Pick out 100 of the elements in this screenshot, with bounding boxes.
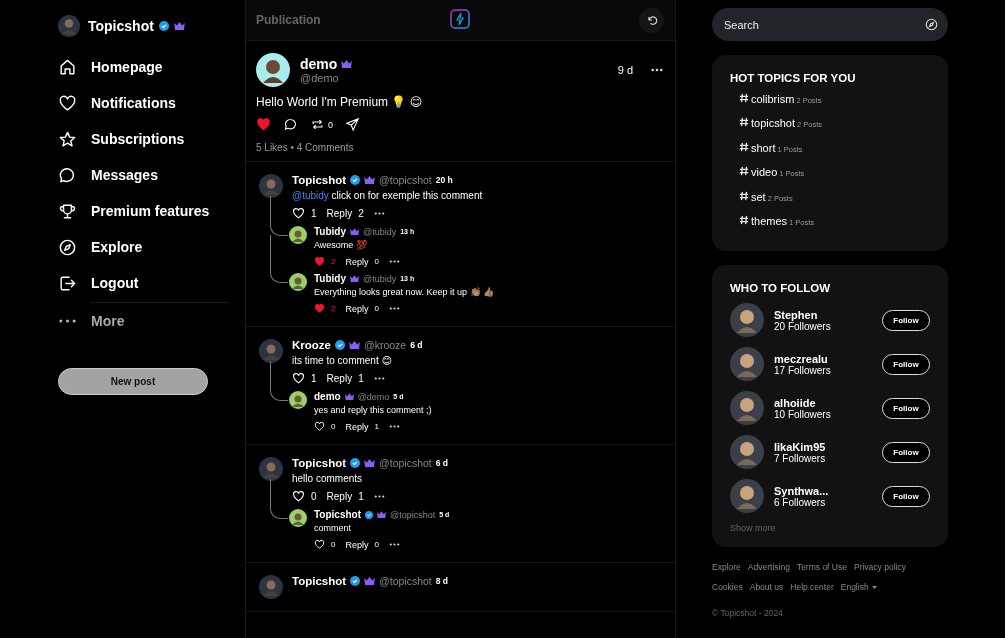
reply-count: 2 [358,208,364,219]
footer-link[interactable]: Cookies [712,582,743,593]
comment-author[interactable]: Topicshot [292,174,347,186]
comment-text: its time to comment 😊 [292,355,393,366]
comment-author[interactable]: Tubidy [314,226,347,237]
follow-button[interactable]: Follow [882,353,930,375]
comment-handle: @topicshot [379,174,432,186]
star-icon [58,129,77,149]
avatar-icon[interactable] [730,347,764,382]
follow-button[interactable]: Follow [882,309,930,331]
more-icon[interactable] [388,543,400,546]
reply-link[interactable]: Reply [345,256,369,267]
footer-link[interactable]: Help center [790,582,834,593]
repost-icon[interactable] [310,117,325,132]
reply-count: 1 [374,422,379,431]
user-name[interactable]: likaKim95 [774,440,826,453]
more-link[interactable]: More [58,303,245,339]
new-post-button[interactable]: New post [58,368,208,395]
follow-button[interactable]: Follow [882,485,930,507]
comment-handle: @topicshot [390,509,436,520]
back-button[interactable] [639,7,664,33]
follower-count: 10 Followers [774,408,831,420]
user-name[interactable]: Stephen [774,308,831,321]
reply-link[interactable]: Reply [345,421,369,432]
avatar-icon[interactable] [289,226,307,244]
nav-link[interactable]: Explore [58,229,245,265]
user-name[interactable]: alhoiide [774,396,831,409]
nav-link[interactable]: Notifications [58,85,245,121]
avatar-icon[interactable] [289,391,307,409]
reply-link[interactable]: Reply [326,491,353,502]
follow-button[interactable]: Follow [882,441,930,463]
footer-link[interactable]: Advertising [747,562,790,573]
footer-link[interactable]: Privacy policy [853,562,906,573]
footer-link[interactable]: About us [749,582,784,593]
comment-handle: @topicshot [379,575,432,587]
more-icon[interactable] [373,212,385,215]
nav-link[interactable]: Subscriptions [58,121,245,157]
profile-name[interactable]: Topicshot [88,18,154,34]
lightning-logo-icon[interactable] [450,9,470,29]
mention-link[interactable]: @tubidy [292,190,329,201]
comment-author[interactable]: Topicshot [314,509,362,520]
follower-count: 6 Followers [774,496,826,508]
nav-link[interactable]: Homepage [58,49,245,85]
comment-author[interactable]: Topicshot [292,457,347,469]
more-icon[interactable] [388,307,400,310]
comment-time: 8 d [435,576,449,586]
topic-link[interactable]: themes [751,214,788,227]
comment-author[interactable]: Topicshot [292,575,347,587]
avatar-icon[interactable] [730,303,764,338]
user-name[interactable]: meczrealu [774,352,831,365]
footer-link[interactable]: Explore [712,562,741,573]
like-count: 2 [331,304,336,313]
nav-link[interactable]: Premium features [58,193,245,229]
comment-author[interactable]: Tubidy [314,273,347,284]
repost-count: 0 [328,119,333,130]
follower-count: 7 Followers [774,452,826,464]
user-name[interactable]: Synthwa... [774,484,829,497]
follower-count: 17 Followers [774,364,831,376]
topic-link[interactable]: set [751,190,766,203]
topic-link[interactable]: short [751,141,776,154]
avatar-icon[interactable] [730,479,764,514]
comment-author[interactable]: Krooze [292,339,331,351]
topic-link[interactable]: topicshot [751,117,796,130]
reply-link[interactable]: Reply [345,303,369,314]
like-count: 0 [331,540,336,549]
reply-link[interactable]: Reply [326,373,353,384]
comment-author[interactable]: demo [314,391,341,402]
avatar-icon[interactable] [289,273,307,291]
language-select[interactable]: English [840,582,877,593]
more-icon[interactable] [388,425,400,428]
avatar-icon[interactable] [256,53,290,87]
more-icon[interactable] [388,260,400,263]
avatar-icon[interactable] [289,509,307,527]
card-title: WHO TO FOLLOW [730,282,832,295]
nav-link[interactable]: Logout [58,265,245,301]
comment-handle: @krooze [364,339,407,351]
more-icon[interactable] [651,68,663,72]
topic-link[interactable]: video [751,166,778,179]
like-count: 1 [311,373,317,384]
avatar-icon[interactable] [730,435,764,470]
nav-link[interactable]: Messages [58,157,245,193]
send-icon[interactable] [345,117,360,132]
comment-icon[interactable] [283,117,298,132]
reply-count: 0 [374,304,379,313]
author-name[interactable]: demo [300,56,338,72]
more-icon[interactable] [373,495,385,498]
avatar-icon[interactable] [730,391,764,426]
hashtag-icon [739,117,749,128]
footer-link[interactable]: Terms of Use [796,562,847,573]
reply-link[interactable]: Reply [326,208,353,219]
topic-link[interactable]: colibrism [751,93,795,105]
comment-handle: @tubidy [363,226,397,237]
search-field[interactable]: Search [712,8,948,41]
compass-icon[interactable] [925,18,938,31]
more-icon[interactable] [373,377,385,380]
undo-icon [645,14,658,26]
caret-icon [871,585,877,589]
hashtag-icon [739,93,749,103]
reply-link[interactable]: Reply [345,539,369,550]
follow-button[interactable]: Follow [882,397,930,419]
